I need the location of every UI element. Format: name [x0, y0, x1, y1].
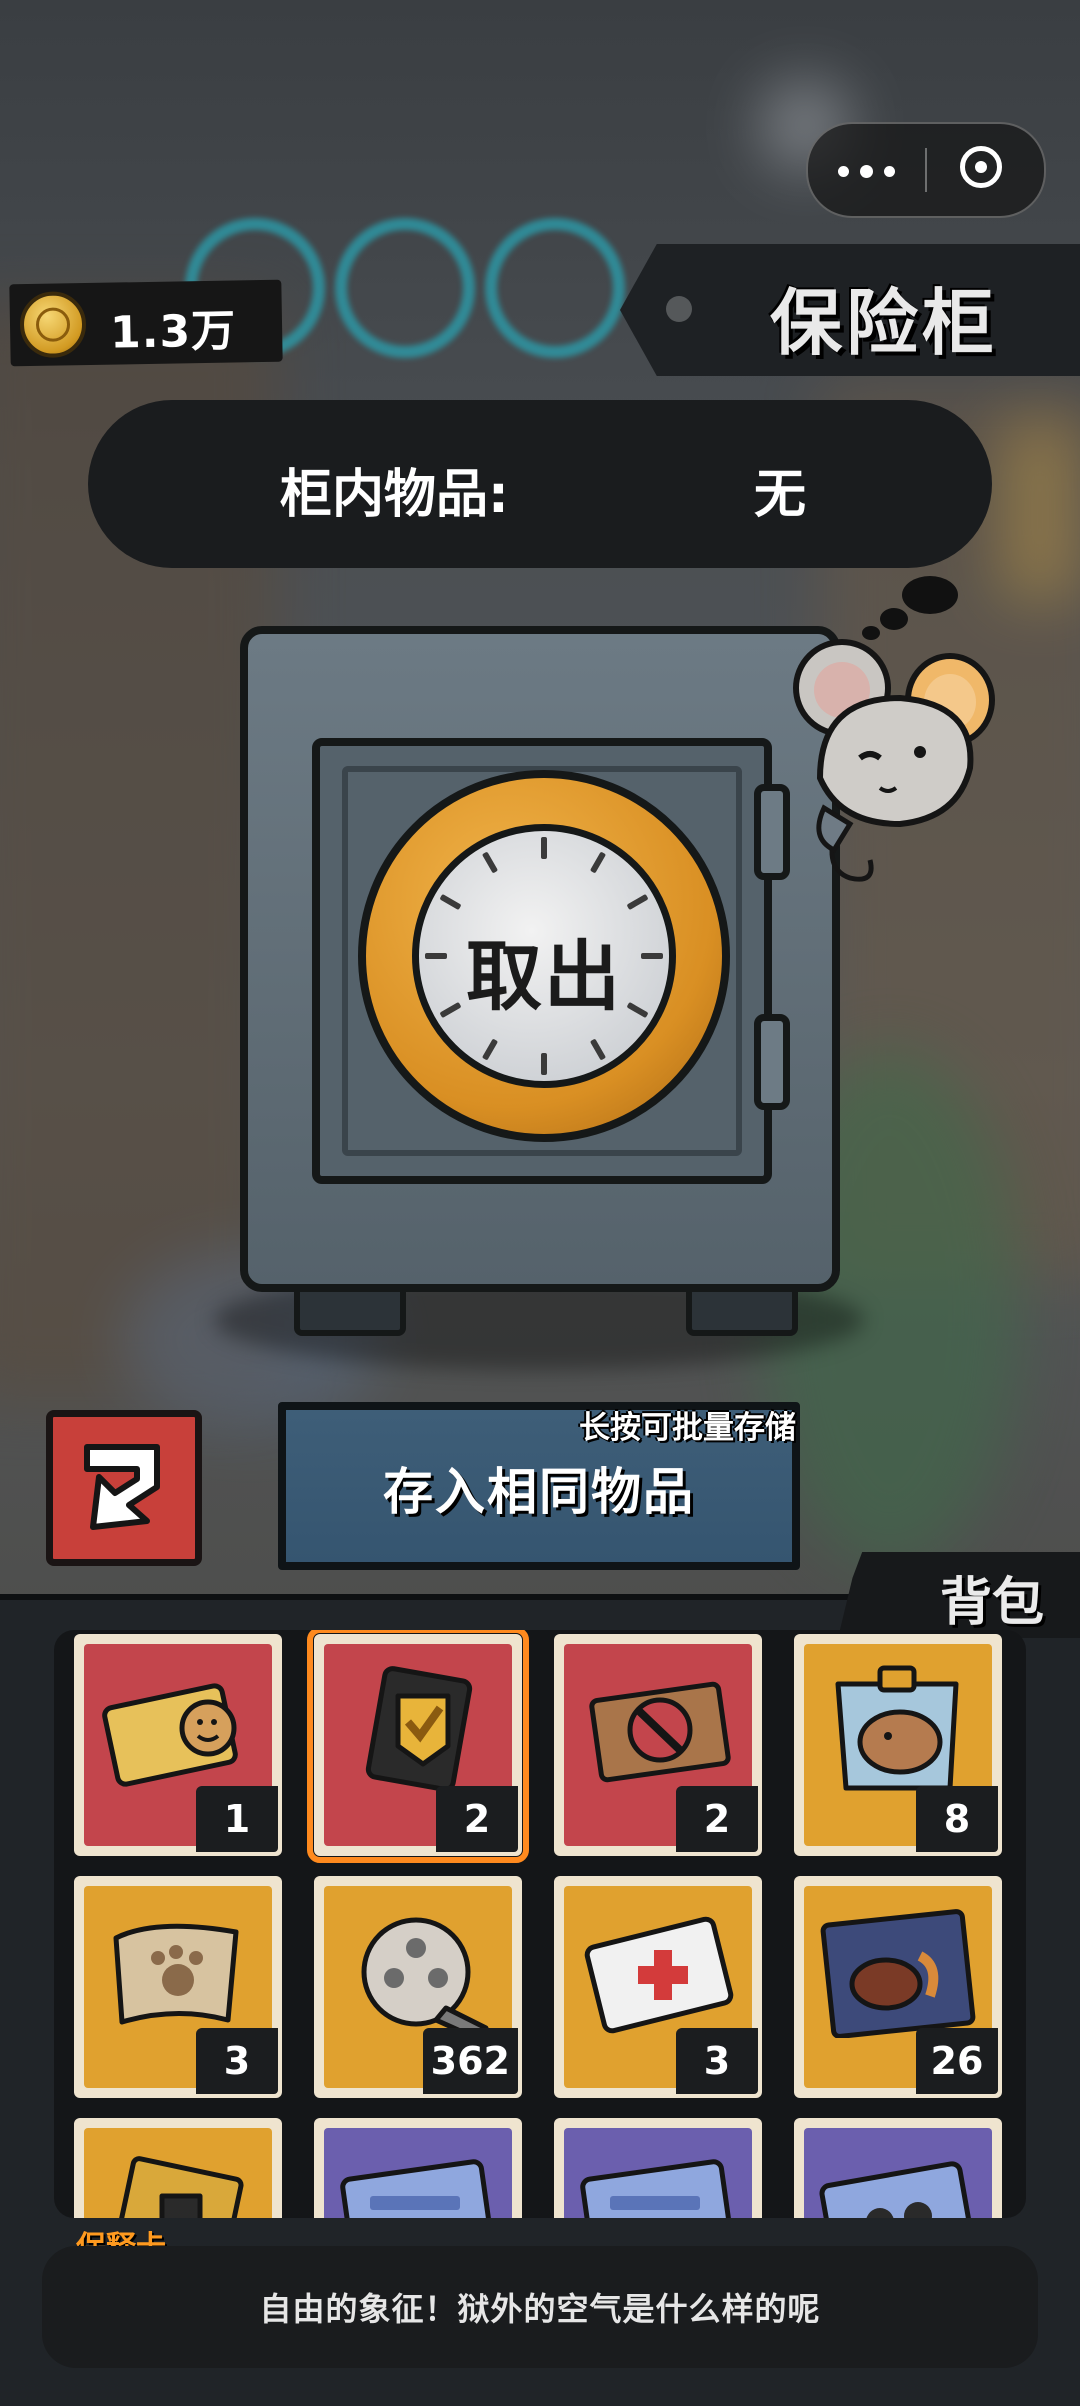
dial-tick	[589, 851, 607, 874]
smiley-card-icon	[102, 1683, 238, 1787]
safe-foot	[686, 1286, 798, 1336]
dial-tick	[481, 1038, 499, 1061]
item-count: 2	[676, 1786, 758, 1852]
blue-ticket-icon	[340, 2159, 496, 2218]
item-count: 3	[196, 2028, 278, 2094]
thought-bubble-icon	[902, 576, 958, 614]
dial-tick	[641, 953, 663, 959]
steak-pack-icon	[820, 1909, 976, 2038]
dial-tick	[589, 1038, 607, 1061]
page-title: 保险柜	[770, 281, 999, 365]
gold-badge-icon	[365, 1666, 473, 1792]
backpack-item-slot[interactable]	[314, 2118, 522, 2218]
blurred-ring-decoration	[335, 218, 475, 358]
page-title-tag: 保险柜	[620, 244, 1080, 376]
tab-backpack-label: 背包	[939, 1573, 1044, 1633]
tab-backpack[interactable]: 背包	[838, 1552, 1080, 1638]
miniprogram-capsule	[806, 122, 1046, 218]
item-description-text: 自由的象征！狱外的空气是什么样的呢	[259, 2290, 821, 2328]
coin-balance: 1.3万	[9, 279, 283, 367]
contents-label: 柜内物品:	[280, 465, 509, 525]
backpack-item-slot[interactable]	[554, 2118, 762, 2218]
backpack-item-slot[interactable]: 362	[314, 1876, 522, 2098]
item-count: 2	[436, 1786, 518, 1852]
backpack-item-slot[interactable]: 26	[794, 1876, 1002, 2098]
store-same-items-button[interactable]: 长按可批量存储 存入相同物品	[278, 1402, 800, 1570]
gold-card-icon	[114, 2156, 244, 2218]
exit-miniprogram-button[interactable]	[926, 124, 1042, 216]
backpack-item-slot[interactable]: 2	[554, 1634, 762, 1856]
safe-box: 取出	[240, 626, 840, 1292]
return-arrow-icon	[84, 1444, 160, 1530]
hinge-icon	[754, 1014, 790, 1110]
mouse-mascot-icon	[793, 639, 995, 882]
dial-tick	[439, 893, 462, 911]
dial-tick	[481, 851, 499, 874]
paw-map-icon	[113, 1923, 239, 2025]
coin-amount: 1.3万	[109, 305, 237, 359]
ban-ticket-icon	[589, 1681, 731, 1783]
withdraw-dial-button[interactable]: 取出	[358, 770, 730, 1142]
cycle-button[interactable]	[46, 1410, 202, 1566]
item-count: 3	[676, 2028, 758, 2094]
dial-tick	[541, 837, 547, 859]
backpack-item-slot[interactable]: 3	[554, 1876, 762, 2098]
item-count: 8	[916, 1786, 998, 1852]
coin-icon	[19, 291, 87, 359]
medical-card-icon	[584, 1916, 734, 2034]
item-count: 26	[916, 2028, 998, 2094]
contents-value: 无	[754, 465, 807, 525]
backpack-grid: 1 2 2 8 3 362 3 26	[54, 1630, 1026, 2218]
backpack-item-slot[interactable]: 3	[74, 1876, 282, 2098]
capybara-snack-icon	[835, 1665, 959, 1791]
backpack-item-slot[interactable]	[74, 2118, 282, 2218]
backpack-item-slot[interactable]: 8	[794, 1634, 1002, 1856]
safe-contents-panel: 柜内物品: 无	[88, 400, 992, 568]
batch-store-hint: 长按可批量存储	[579, 1410, 796, 1446]
store-same-items-label: 存入相同物品	[383, 1463, 695, 1521]
backpack-item-slot[interactable]: 1	[74, 1634, 282, 1856]
blue-glasses-icon	[819, 2161, 977, 2218]
backpack-item-slot[interactable]: 2	[307, 1630, 529, 1863]
item-count: 1	[196, 1786, 278, 1852]
film-reel-icon	[361, 1917, 489, 2038]
item-description-panel: 自由的象征！狱外的空气是什么样的呢	[42, 2246, 1038, 2368]
blurred-ring-decoration	[485, 218, 625, 358]
dial-tick	[626, 893, 649, 911]
more-menu-button[interactable]	[808, 124, 924, 216]
item-count: 362	[422, 2028, 518, 2094]
blue-ticket-icon	[580, 2159, 736, 2218]
dial-tick	[425, 953, 447, 959]
safe-foot	[294, 1286, 406, 1336]
dial-tick	[541, 1053, 547, 1075]
backpack-item-slot[interactable]	[794, 2118, 1002, 2218]
